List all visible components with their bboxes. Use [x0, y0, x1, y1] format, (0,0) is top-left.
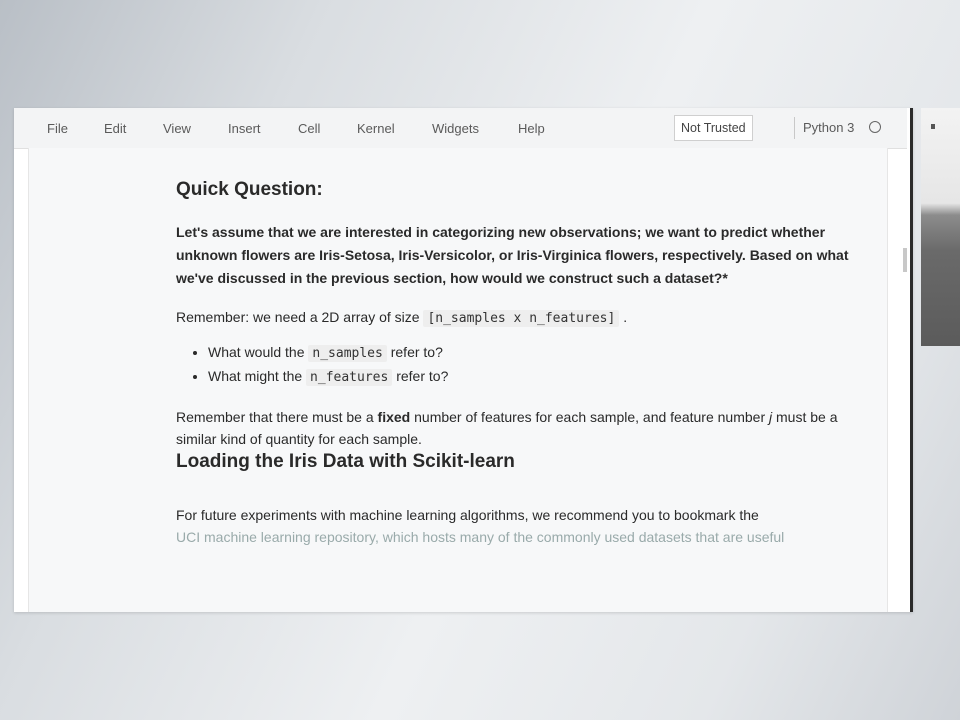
question-text: Let's assume that we are interested in c…: [176, 224, 849, 286]
menu-kernel[interactable]: Kernel: [357, 121, 432, 136]
menu-widgets[interactable]: Widgets: [432, 121, 518, 136]
future-experiments-paragraph-cut: UCI machine learning repository, which h…: [176, 529, 785, 545]
kernel-name[interactable]: Python 3: [803, 108, 854, 148]
kernel-idle-circle-icon: [869, 121, 881, 133]
bullet-prefix: What might the: [208, 368, 307, 384]
quick-question-heading: Quick Question:: [176, 179, 323, 200]
bullet-suffix: refer to?: [386, 344, 443, 360]
notebook-window: File Edit View Insert Cell Kernel Widget…: [14, 108, 913, 612]
menu-file[interactable]: File: [47, 121, 104, 136]
bullet-prefix: What would the: [208, 344, 309, 360]
menu-edit[interactable]: Edit: [104, 121, 163, 136]
question-bullets: What would the n_samples refer to? What …: [176, 341, 866, 389]
n-samples-code: n_samples: [308, 345, 387, 362]
n-features-code: n_features: [306, 369, 393, 386]
fixed-middle: number of features for each sample, and …: [410, 409, 769, 425]
menu-insert[interactable]: Insert: [228, 121, 298, 136]
side-window-fragment: [921, 108, 960, 346]
fixed-bold: fixed: [377, 409, 411, 425]
future-experiments-paragraph: For future experiments with machine lear…: [176, 507, 759, 523]
bullet-n-samples: What would the n_samples refer to?: [208, 341, 866, 365]
fixed-features-paragraph: Remember that there must be a fixed numb…: [176, 406, 866, 450]
menu-help[interactable]: Help: [518, 121, 568, 136]
remember-paragraph: Remember: we need a 2D array of size [n_…: [176, 306, 866, 330]
remember-suffix: .: [623, 309, 628, 325]
bullet-n-features: What might the n_features refer to?: [208, 365, 866, 389]
menu-view[interactable]: View: [163, 121, 228, 136]
kernel-divider: [794, 117, 795, 139]
menubar: File Edit View Insert Cell Kernel Widget…: [14, 108, 907, 149]
bullet-suffix: refer to?: [392, 368, 449, 384]
notebook-body: Quick Question: Let's assume that we are…: [28, 148, 888, 612]
fixed-prefix: Remember that there must be a: [176, 409, 378, 425]
menu-cell[interactable]: Cell: [298, 121, 357, 136]
scrollbar-thumb[interactable]: [903, 248, 907, 272]
array-size-code: [n_samples x n_features]: [423, 310, 620, 327]
menu-items: File Edit View Insert Cell Kernel Widget…: [47, 108, 568, 148]
markdown-cell[interactable]: Quick Question: Let's assume that we are…: [176, 178, 866, 548]
remember-prefix: Remember: we need a 2D array of size: [176, 309, 424, 325]
not-trusted-button[interactable]: Not Trusted: [674, 115, 753, 141]
loading-iris-heading: Loading the Iris Data with Scikit-learn: [176, 451, 515, 472]
side-mark: [931, 124, 935, 129]
